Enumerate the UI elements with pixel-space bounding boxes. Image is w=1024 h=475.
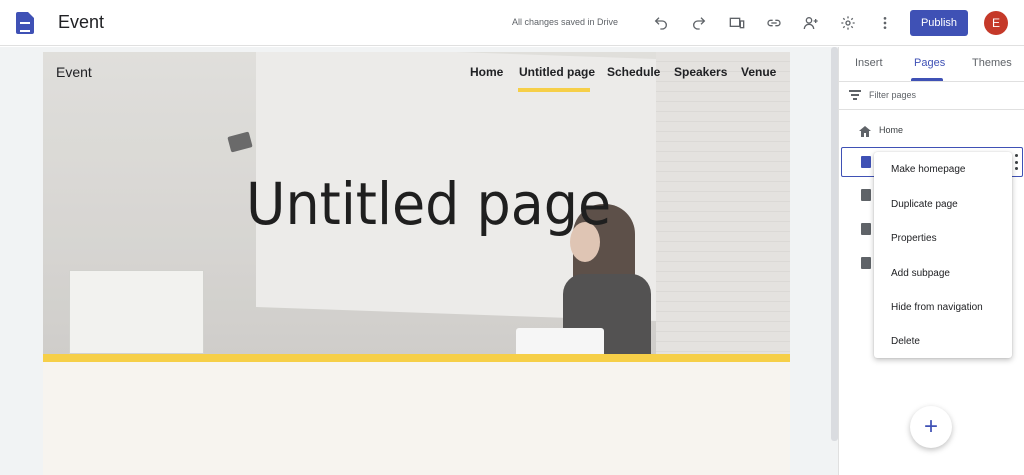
page-item-home[interactable]: Home xyxy=(839,115,1024,145)
menu-item-duplicate-page[interactable]: Duplicate page xyxy=(874,187,1012,221)
sites-logo-icon[interactable] xyxy=(16,12,34,34)
filter-icon xyxy=(849,90,861,100)
tab-pages[interactable]: Pages xyxy=(914,57,945,69)
filter-pages-field[interactable]: Filter pages xyxy=(839,82,1024,110)
page-context-menu: Make homepage Duplicate page Properties … xyxy=(874,152,1012,358)
tab-insert[interactable]: Insert xyxy=(855,57,883,69)
menu-item-hide-from-navigation[interactable]: Hide from navigation xyxy=(874,290,1012,324)
nav-item-speakers[interactable]: Speakers xyxy=(674,65,727,79)
site-name[interactable]: Event xyxy=(56,64,92,80)
more-vert-icon[interactable] xyxy=(1013,154,1019,170)
hero-image[interactable]: Event Home Untitled page Schedule Speake… xyxy=(43,52,790,354)
preview-devices-icon[interactable] xyxy=(726,13,748,33)
nav-item-venue[interactable]: Venue xyxy=(741,65,776,79)
hero-accent-stripe xyxy=(43,354,790,362)
page-icon[interactable] xyxy=(861,189,871,201)
add-page-button[interactable]: + xyxy=(910,406,952,448)
document-title[interactable]: Event xyxy=(58,12,104,33)
menu-item-delete[interactable]: Delete xyxy=(874,324,1012,358)
menu-item-make-homepage[interactable]: Make homepage xyxy=(874,152,1012,186)
publish-button[interactable]: Publish xyxy=(910,10,968,36)
nav-active-indicator xyxy=(518,88,590,92)
hero-title[interactable]: Untitled page xyxy=(246,170,611,238)
nav-item-untitled-page[interactable]: Untitled page xyxy=(519,65,595,79)
avatar[interactable]: E xyxy=(984,11,1008,35)
site-page-preview: Event Home Untitled page Schedule Speake… xyxy=(43,52,790,475)
canvas-scrollbar[interactable] xyxy=(831,47,838,441)
tab-themes[interactable]: Themes xyxy=(972,57,1012,69)
filter-pages-placeholder: Filter pages xyxy=(869,90,917,100)
nav-item-home[interactable]: Home xyxy=(470,65,503,79)
home-icon xyxy=(859,124,871,137)
nav-item-schedule[interactable]: Schedule xyxy=(607,65,660,79)
menu-item-properties[interactable]: Properties xyxy=(874,221,1012,255)
page-icon xyxy=(861,156,871,168)
settings-icon[interactable] xyxy=(837,13,859,33)
undo-icon[interactable] xyxy=(650,13,672,33)
plus-icon: + xyxy=(923,413,938,440)
share-icon[interactable] xyxy=(800,13,822,33)
page-icon[interactable] xyxy=(861,223,871,235)
page-icon[interactable] xyxy=(861,257,871,269)
page-item-label: Home xyxy=(879,125,904,135)
top-bar: Event All changes saved in Drive Publish… xyxy=(0,0,1024,46)
link-icon[interactable] xyxy=(763,13,785,33)
redo-icon[interactable] xyxy=(688,13,710,33)
more-vert-icon[interactable] xyxy=(874,13,896,33)
menu-item-add-subpage[interactable]: Add subpage xyxy=(874,256,1012,290)
save-status: All changes saved in Drive xyxy=(512,17,619,27)
